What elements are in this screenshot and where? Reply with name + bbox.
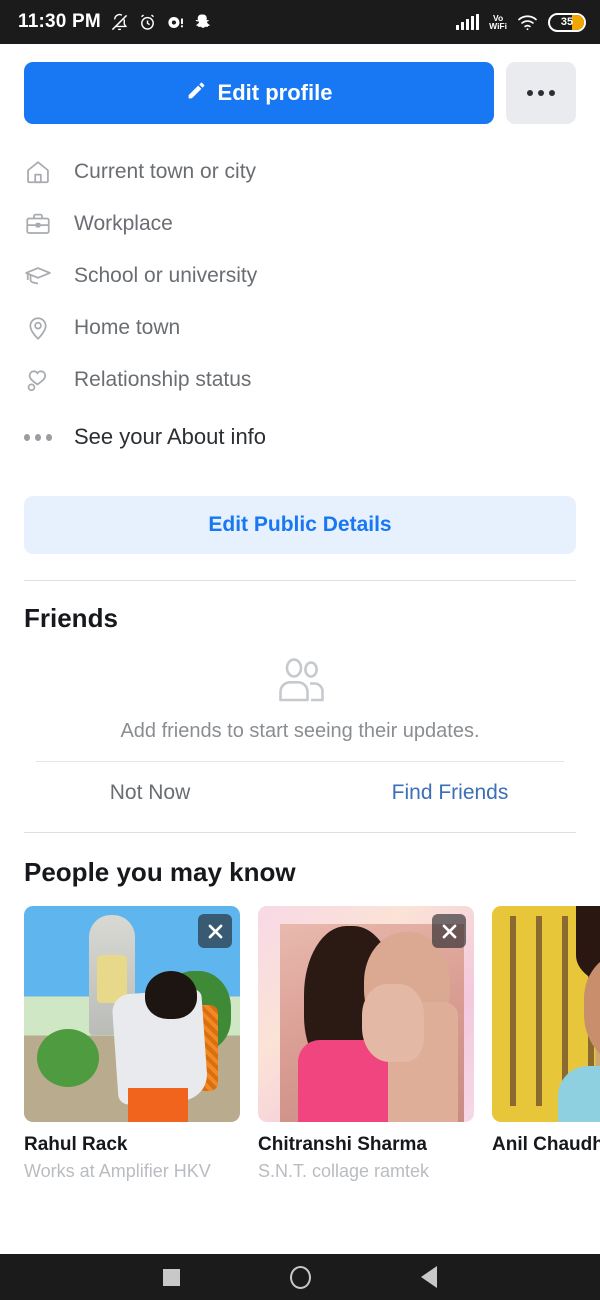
volte-wifi-icon: Vo WiFi	[489, 13, 507, 31]
suggested-person-card[interactable]: Anil Chaudha	[492, 906, 600, 1182]
friends-empty-message: Add friends to start seeing their update…	[120, 720, 480, 742]
volte-line2: WiFi	[489, 21, 507, 31]
battery-level: 35	[560, 16, 574, 28]
about-row-school[interactable]: School or university	[24, 250, 576, 302]
recents-button[interactable]	[163, 1268, 180, 1286]
friends-action-row: Not Now Find Friends	[0, 762, 600, 824]
about-row-label: Current town or city	[74, 160, 257, 183]
find-friends-label: Find Friends	[391, 781, 509, 804]
wifi-icon	[517, 14, 538, 31]
status-bar-left: 11:30 PM	[18, 11, 212, 33]
friends-section-title: Friends	[24, 603, 118, 633]
not-now-button[interactable]: Not Now	[0, 762, 300, 824]
about-row-label: School or university	[74, 264, 258, 287]
status-bar-right: Vo WiFi 35	[456, 12, 586, 32]
suggested-person-subtitle: S.N.T. collage ramtek	[258, 1161, 430, 1181]
suggested-person-subtitle: Works at Amplifier HKV	[24, 1161, 211, 1181]
see-about-info-label: See your About info	[74, 424, 267, 449]
signal-bars-icon	[456, 14, 480, 30]
profile-screen: Edit profile Current town or city Workpl…	[0, 44, 600, 1254]
bell-off-icon	[110, 13, 129, 32]
people-icon	[0, 656, 600, 704]
not-now-label: Not Now	[109, 781, 191, 804]
edit-public-details-label: Edit Public Details	[208, 513, 392, 536]
close-icon[interactable]	[198, 914, 232, 948]
battery-icon: 35	[548, 12, 586, 32]
android-nav-bar	[0, 1254, 600, 1300]
about-row-hometown[interactable]: Home town	[24, 302, 576, 354]
about-info-list: Current town or city Workplace School or…	[0, 124, 600, 464]
about-row-relationship[interactable]: Relationship status	[24, 354, 576, 406]
pencil-icon	[186, 80, 207, 107]
about-row-label: Relationship status	[74, 368, 252, 391]
friends-empty-state: Add friends to start seeing their update…	[0, 634, 600, 743]
suggested-person-name: Anil Chaudha	[492, 1134, 600, 1155]
about-row-label: Workplace	[74, 212, 173, 235]
edit-profile-button[interactable]: Edit profile	[24, 62, 494, 124]
edit-public-details-button[interactable]: Edit Public Details	[24, 496, 576, 554]
profile-action-row: Edit profile	[0, 44, 600, 124]
location-pin-icon	[24, 314, 52, 342]
about-row-label: Home town	[74, 316, 181, 339]
suggested-person-name: Chitranshi Sharma	[258, 1134, 427, 1155]
back-button[interactable]	[421, 1266, 437, 1288]
home-icon	[24, 158, 52, 186]
graduation-cap-icon	[24, 262, 52, 290]
see-about-info-button[interactable]: See your About info	[24, 410, 576, 464]
find-friends-button[interactable]: Find Friends	[300, 762, 600, 824]
alarm-icon	[138, 13, 157, 32]
message-dot-icon	[166, 13, 185, 32]
status-bar: 11:30 PM Vo WiFi 35	[0, 0, 600, 44]
people-you-may-know-title: People you may know	[24, 857, 296, 887]
suggested-person-name: Rahul Rack	[24, 1134, 128, 1155]
about-row-current-city[interactable]: Current town or city	[24, 146, 576, 198]
suggested-person-photo[interactable]	[24, 906, 240, 1122]
people-you-may-know-list[interactable]: Rahul Rack Works at Amplifier HKV Chitra…	[0, 888, 600, 1182]
home-button[interactable]	[290, 1265, 311, 1289]
suggested-person-card[interactable]: Chitranshi Sharma S.N.T. collage ramtek	[258, 906, 474, 1182]
ellipsis-icon	[24, 433, 52, 441]
status-bar-clock: 11:30 PM	[18, 11, 101, 32]
suggested-person-photo[interactable]	[258, 906, 474, 1122]
suggested-person-photo[interactable]	[492, 906, 600, 1122]
briefcase-icon	[24, 210, 52, 238]
snapchat-icon	[194, 13, 212, 31]
profile-more-button[interactable]	[506, 62, 576, 124]
heart-icon	[24, 366, 52, 394]
suggested-person-card[interactable]: Rahul Rack Works at Amplifier HKV	[24, 906, 240, 1182]
edit-profile-label: Edit profile	[217, 80, 333, 105]
close-icon[interactable]	[432, 914, 466, 948]
about-row-workplace[interactable]: Workplace	[24, 198, 576, 250]
ellipsis-icon	[526, 89, 556, 97]
